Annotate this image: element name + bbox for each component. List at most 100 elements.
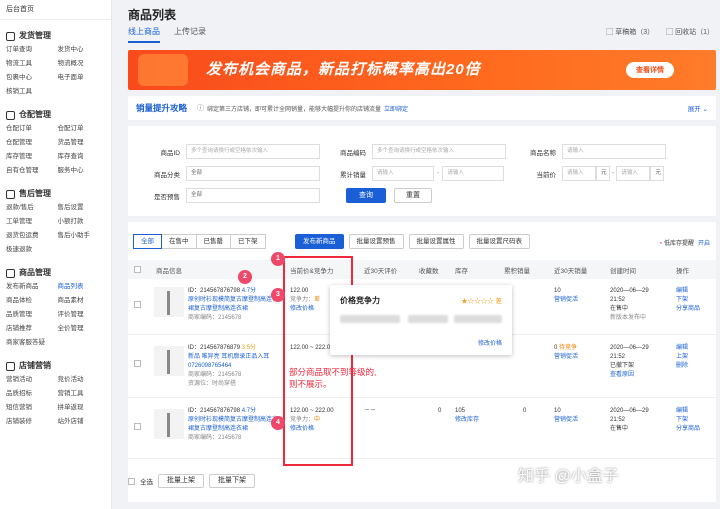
product-name-input[interactable]: 请输入 — [562, 144, 666, 159]
sidebar-home[interactable]: 后台首页 — [0, 0, 111, 20]
sidebar-item-verify-tools[interactable]: 核销工具 — [6, 85, 54, 99]
sidebar-item[interactable]: 站外店铺 — [58, 415, 106, 429]
promo-banner[interactable]: 发布机会商品，新品打标概率高出20倍 查看详情 — [128, 50, 716, 90]
select-all-footer-checkbox[interactable] — [128, 477, 135, 485]
sidebar-item[interactable]: 自有仓管理 — [6, 164, 54, 178]
segment-sold-out[interactable]: 已售罄 — [195, 234, 231, 249]
delete-link[interactable]: 删除 — [676, 362, 688, 371]
sidebar-item[interactable]: 退货包运费 — [6, 229, 54, 243]
row-checkbox[interactable] — [134, 301, 141, 308]
tab-online-products[interactable]: 线上商品 — [128, 26, 160, 43]
bulk-attributes-button[interactable]: 批量设置属性 — [408, 234, 464, 249]
view-reason-link[interactable]: 查看原因 — [610, 371, 649, 380]
promo-link[interactable]: 营销促活 — [554, 296, 578, 305]
on-shelf-link[interactable]: 上架 — [676, 353, 688, 362]
sidebar-item-order-query[interactable]: 订单查询 — [6, 43, 54, 57]
sidebar-section-title[interactable]: 店铺营销 — [6, 359, 105, 373]
popover-edit-price-link[interactable]: 修改价格 — [478, 338, 502, 347]
sidebar-item[interactable]: 售后设置 — [58, 201, 106, 215]
sidebar-item[interactable]: 商品素材 — [58, 294, 106, 308]
share-link[interactable]: 分享商品 — [676, 425, 700, 434]
sidebar-item[interactable]: 拼单返现 — [58, 401, 106, 415]
tab-upload-records[interactable]: 上传记录 — [174, 26, 206, 43]
sidebar-item[interactable]: 竞价活动 — [58, 373, 106, 387]
product-name[interactable]: 新品 唯异亮 耳机廓录正品入耳0726098765464 — [188, 353, 280, 371]
sales-min-input[interactable]: 请输入 — [372, 166, 434, 181]
sidebar-item[interactable]: 品质招标 — [6, 387, 54, 401]
sidebar-item[interactable]: 仓配订单 — [58, 122, 106, 136]
drafts-link[interactable]: 草稿箱（3） — [606, 27, 654, 37]
sidebar-item[interactable]: 小额打款 — [58, 215, 106, 229]
bind-now-link[interactable]: 立即绑定 — [384, 104, 408, 113]
off-shelf-link[interactable]: 下架 — [676, 296, 700, 305]
search-button[interactable]: 查询 — [346, 188, 386, 203]
row-checkbox[interactable] — [134, 423, 141, 430]
product-code-input[interactable]: 多个查询请换行或空格依次输入 — [372, 144, 506, 159]
edit-link[interactable]: 编辑 — [676, 407, 700, 416]
sidebar-section-title[interactable]: 发货管理 — [6, 29, 105, 43]
bulk-on-shelf-button[interactable]: 批量上架 — [158, 474, 204, 488]
sidebar-item[interactable]: 评价管理 — [58, 308, 106, 322]
sidebar-section-title[interactable]: 售后管理 — [6, 187, 105, 201]
product-thumbnail[interactable] — [154, 346, 184, 376]
product-thumbnail[interactable] — [154, 287, 184, 317]
sidebar-item[interactable]: 货品管理 — [58, 136, 106, 150]
sidebar-item[interactable]: 营销活动 — [6, 373, 54, 387]
sidebar-item[interactable]: 商家客服答疑 — [6, 336, 54, 350]
sidebar-item-shipping-center[interactable]: 发货中心 — [58, 43, 106, 57]
sidebar-item-logistics-tools[interactable]: 物流工具 — [6, 57, 54, 71]
sidebar-item-product-list[interactable]: 商品列表 — [58, 280, 106, 294]
sidebar-item[interactable]: 售后小助手 — [58, 229, 106, 243]
sidebar-item-e-waybill[interactable]: 电子面单 — [58, 71, 106, 85]
price-min-input[interactable]: 请输入 — [562, 166, 596, 181]
share-link[interactable]: 分享商品 — [676, 305, 700, 314]
sidebar-item[interactable]: 店铺推荐 — [6, 322, 54, 336]
promo-link[interactable]: 营销促活 — [554, 416, 578, 425]
sidebar-item[interactable]: 退款/售后 — [6, 201, 54, 215]
publish-product-button[interactable]: 发布新商品 — [295, 234, 344, 249]
recycle-bin-link[interactable]: 回收站（1） — [666, 27, 714, 37]
product-name[interactable]: 原创时衫现模简复古摩登制高连衣裙复古摩登制高连衣裙 — [188, 296, 280, 314]
sidebar-item[interactable]: 发布新商品 — [6, 280, 54, 294]
bulk-off-shelf-button[interactable]: 批量下架 — [209, 474, 255, 488]
off-shelf-link[interactable]: 下架 — [676, 416, 700, 425]
sidebar-item[interactable]: 库存管理 — [6, 150, 54, 164]
price-max-input[interactable]: 请输入 — [616, 166, 651, 181]
sidebar-item[interactable]: 短信营销 — [6, 401, 54, 415]
sidebar-item[interactable]: 仓配管理 — [6, 136, 54, 150]
bulk-size-chart-button[interactable]: 批量设置尺码表 — [468, 234, 530, 249]
presale-select[interactable]: 全部 — [186, 188, 320, 203]
segment-on-sale[interactable]: 在售中 — [161, 234, 197, 249]
product-id-input[interactable]: 多个查询请换行或空格依次输入 — [186, 144, 320, 159]
segment-all[interactable]: 全部 — [133, 234, 162, 249]
sidebar-section-title[interactable]: 仓配管理 — [6, 108, 105, 122]
select-all-checkbox[interactable] — [134, 266, 141, 273]
low-stock-toggle[interactable]: 开启 — [698, 241, 710, 247]
sidebar-section-title[interactable]: 商品管理 — [6, 266, 105, 280]
sidebar-item[interactable]: 全价管理 — [58, 322, 106, 336]
product-thumbnail[interactable] — [154, 409, 184, 439]
sidebar-item-package-center[interactable]: 包裹中心 — [6, 71, 54, 85]
reset-button[interactable]: 重置 — [394, 188, 432, 203]
sidebar-item-logistics-overview[interactable]: 物流概况 — [58, 57, 106, 71]
sidebar-item[interactable]: 工单管理 — [6, 215, 54, 229]
row-checkbox[interactable] — [134, 360, 141, 367]
sales-max-input[interactable]: 请输入 — [442, 166, 505, 181]
bulk-presale-button[interactable]: 批量设置预售 — [348, 234, 404, 249]
expand-link[interactable]: 展开 ⌄ — [688, 103, 708, 113]
sidebar-item[interactable]: 仓配订单 — [6, 122, 54, 136]
sidebar-item[interactable]: 品质管理 — [6, 308, 54, 322]
edit-link[interactable]: 编辑 — [676, 344, 688, 353]
sidebar-item[interactable]: 极速退款 — [6, 243, 54, 257]
promo-link[interactable]: 营销促活 — [554, 353, 578, 362]
edit-stock-link[interactable]: 修改库存 — [455, 416, 479, 425]
segment-off-shelf[interactable]: 已下架 — [230, 234, 266, 249]
banner-detail-button[interactable]: 查看详情 — [626, 62, 674, 78]
category-select[interactable]: 全部 — [186, 166, 320, 181]
sidebar-item[interactable]: 店铺装修 — [6, 415, 54, 429]
product-name[interactable]: 原创时衫现模简复古摩登制高连衣裙复古摩登制高连衣裙 — [188, 416, 280, 434]
edit-link[interactable]: 编辑 — [676, 287, 700, 296]
sidebar-item[interactable]: 库存查询 — [58, 150, 106, 164]
sidebar-item[interactable]: 营销工具 — [58, 387, 106, 401]
sidebar-item[interactable]: 服务中心 — [58, 164, 106, 178]
